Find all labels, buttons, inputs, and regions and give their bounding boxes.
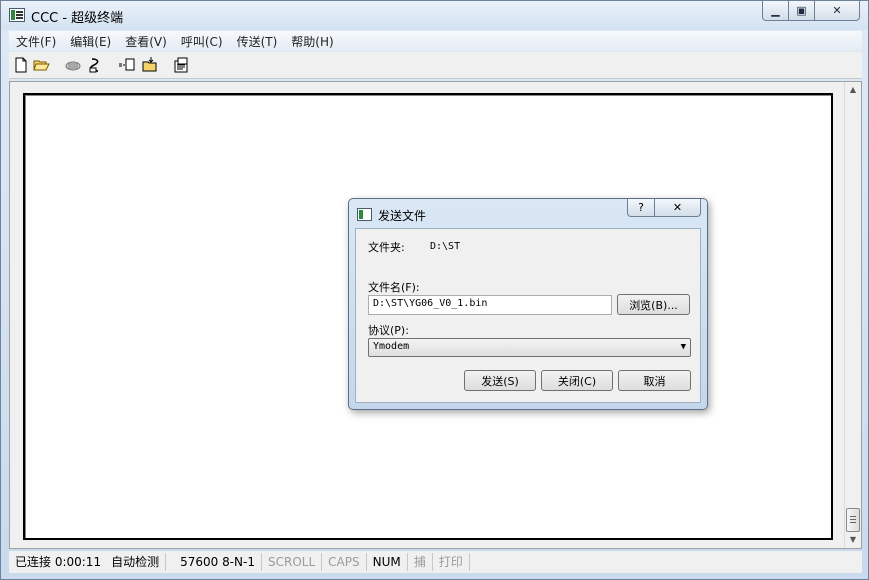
disconnect-button[interactable] [86, 55, 106, 75]
status-detect: 自动检测 [105, 553, 167, 571]
send-file-dialog: 发送文件 ? ✕ 文件夹: D:\ST 文件名(F): D:\ST\YG06_V… [348, 198, 708, 410]
dialog-close-button[interactable]: ✕ [655, 199, 701, 217]
receive-file-icon [142, 57, 157, 72]
call-icon [65, 61, 81, 71]
status-print: 打印 [433, 553, 470, 571]
help-icon: ? [638, 201, 644, 214]
new-document-icon [15, 57, 27, 73]
window-controls: ▁ ▣ ✕ [762, 1, 860, 21]
status-num: NUM [367, 553, 408, 571]
open-button[interactable] [32, 55, 52, 75]
scroll-down-icon[interactable]: ▼ [848, 535, 858, 545]
folder-value: D:\ST [430, 241, 461, 252]
status-port-settings: 57600 8-N-1 [166, 553, 262, 571]
close-button[interactable]: ✕ [815, 1, 860, 21]
protocol-selected-value: Ymodem [373, 341, 410, 352]
close-dialog-button[interactable]: 关闭(C) [541, 370, 613, 391]
protocol-select[interactable]: Ymodem ▼ [368, 338, 691, 357]
status-connection: 已连接 0:00:11 [15, 555, 102, 569]
call-button[interactable] [63, 55, 83, 75]
filename-label: 文件名(F): [368, 281, 420, 294]
maximize-button[interactable]: ▣ [789, 1, 815, 21]
status-capture: 捕 [408, 553, 433, 571]
new-connection-button[interactable] [11, 55, 31, 75]
menu-view[interactable]: 查看(V) [118, 33, 174, 50]
menu-file[interactable]: 文件(F) [9, 33, 63, 50]
menu-transfer[interactable]: 传送(T) [230, 33, 285, 50]
scroll-thumb[interactable] [846, 508, 860, 532]
window-title: CCC - 超级终端 [31, 11, 124, 26]
send-button[interactable] [117, 55, 137, 75]
status-bar: 已连接 0:00:11 自动检测 57600 8-N-1 SCROLL CAPS… [9, 551, 862, 573]
toolbar [9, 52, 862, 79]
dialog-title: 发送文件 [378, 209, 427, 223]
chevron-down-icon: ▼ [680, 342, 686, 352]
minimize-button[interactable]: ▁ [762, 1, 789, 21]
dialog-help-button[interactable]: ? [627, 199, 655, 217]
folder-label: 文件夹: [368, 241, 405, 254]
dialog-controls: ? ✕ [627, 199, 701, 217]
hyperterminal-app-icon[interactable] [9, 8, 25, 22]
status-caps: CAPS [322, 553, 367, 571]
dialog-app-icon [357, 208, 372, 221]
protocol-label: 协议(P): [368, 324, 409, 337]
title-bar[interactable]: CCC - 超级终端 ▁ ▣ ✕ [1, 1, 868, 30]
send-file-icon [119, 58, 135, 71]
receive-button[interactable] [140, 55, 160, 75]
send-file-button[interactable]: 发送(S) [464, 370, 536, 391]
status-scroll: SCROLL [262, 553, 323, 571]
scroll-up-icon[interactable]: ▲ [848, 85, 858, 95]
menu-help[interactable]: 帮助(H) [284, 33, 340, 50]
open-folder-icon [33, 60, 50, 71]
menu-bar: 文件(F) 编辑(E) 查看(V) 呼叫(C) 传送(T) 帮助(H) [9, 31, 862, 51]
properties-icon [174, 57, 188, 73]
menu-edit[interactable]: 编辑(E) [63, 33, 118, 50]
dialog-body: 文件夹: D:\ST 文件名(F): D:\ST\YG06_V0_1.bin 浏… [355, 228, 701, 403]
disconnect-icon [89, 58, 99, 73]
properties-button[interactable] [171, 55, 191, 75]
cancel-button[interactable]: 取消 [618, 370, 691, 391]
maximize-icon: ▣ [796, 4, 807, 17]
vertical-scrollbar[interactable]: ▲ ▼ [844, 82, 861, 548]
browse-button[interactable]: 浏览(B)... [617, 294, 690, 315]
minimize-icon: ▁ [771, 4, 780, 17]
close-icon: ✕ [672, 201, 683, 214]
filename-input[interactable]: D:\ST\YG06_V0_1.bin [368, 295, 612, 315]
menu-call[interactable]: 呼叫(C) [174, 33, 230, 50]
close-icon: ✕ [832, 4, 842, 17]
